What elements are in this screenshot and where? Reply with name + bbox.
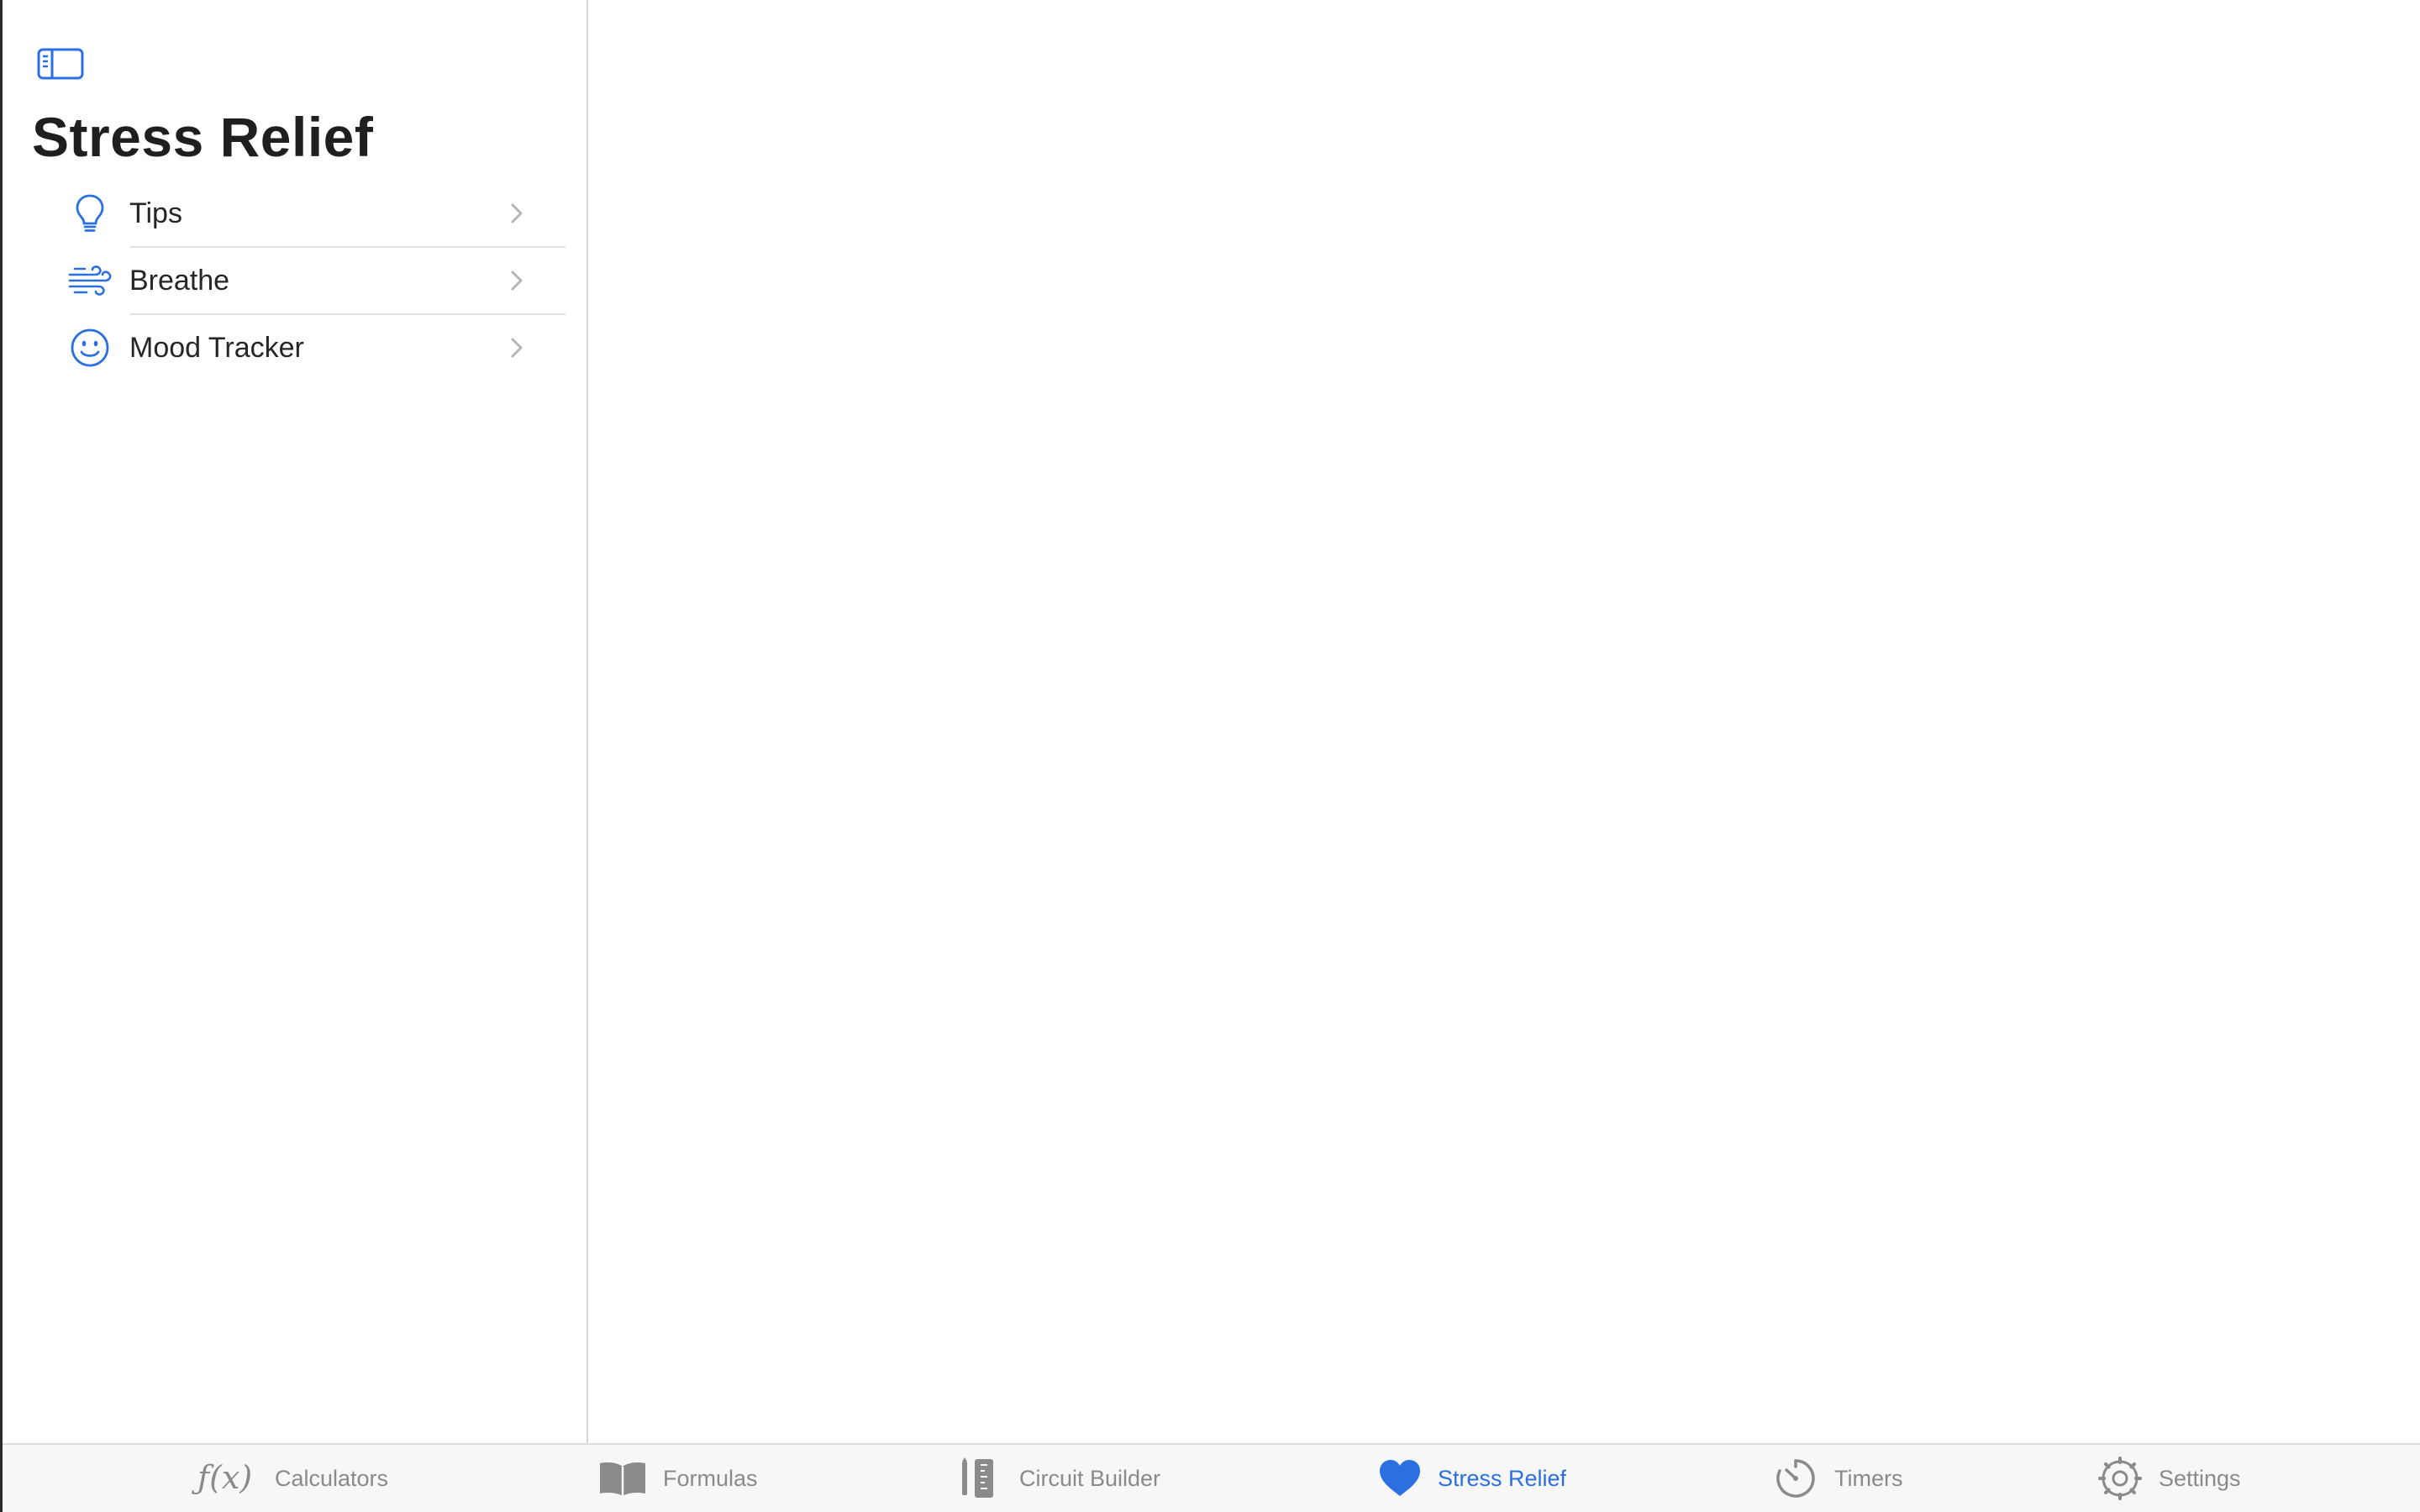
- sidebar-item-label: Tips: [129, 197, 182, 229]
- tab-bar: ƒ(x) Calculators Formulas Circuit Builde…: [3, 1443, 2420, 1512]
- sidebar-item-tips[interactable]: Tips: [3, 180, 587, 248]
- chevron-right-icon: [508, 336, 525, 360]
- tab-timers[interactable]: Timers: [1772, 1445, 1940, 1512]
- tab-formulas[interactable]: Formulas: [597, 1445, 782, 1512]
- gear-icon: [2096, 1457, 2144, 1500]
- sidebar-item-label: Mood Tracker: [129, 332, 304, 364]
- sidebar-nav-list: Tips Breathe Mood Tracker: [3, 180, 587, 381]
- detail-pane: [588, 0, 2420, 1443]
- sidebar: Stress Relief Tips Breathe Mood Tracker: [3, 0, 588, 1443]
- heart-icon: [1377, 1457, 1423, 1500]
- chevron-right-icon: [508, 202, 525, 225]
- sidebar-item-breathe[interactable]: Breathe: [3, 247, 587, 315]
- tab-stress-relief[interactable]: Stress Relief: [1377, 1445, 1596, 1512]
- wind-icon: [66, 260, 113, 301]
- app-window: Stress Relief Tips Breathe Mood Tracker …: [0, 0, 2420, 1512]
- chevron-right-icon: [508, 269, 525, 292]
- sidebar-left-icon[interactable]: [36, 47, 85, 81]
- book-icon: [597, 1457, 648, 1500]
- ruler-pencil-icon: [960, 1457, 1002, 1500]
- sidebar-item-mood-tracker[interactable]: Mood Tracker: [3, 314, 587, 381]
- tab-label: Timers: [1834, 1466, 1903, 1491]
- lightbulb-icon: [66, 193, 113, 234]
- tab-label: Formulas: [663, 1466, 758, 1491]
- tab-label: Stress Relief: [1438, 1466, 1567, 1491]
- smiley-face-icon: [66, 328, 113, 368]
- tab-label: Settings: [2159, 1466, 2241, 1491]
- sidebar-item-label: Breathe: [129, 265, 230, 297]
- tab-label: Circuit Builder: [1019, 1466, 1161, 1491]
- tab-circuit-builder[interactable]: Circuit Builder: [960, 1445, 1213, 1512]
- timer-icon: [1772, 1457, 1819, 1500]
- tab-settings[interactable]: Settings: [2096, 1445, 2281, 1512]
- page-title: Stress Relief: [32, 106, 374, 168]
- tab-calculators[interactable]: ƒ(x) Calculators: [194, 1445, 413, 1512]
- function-fx-icon: ƒ(x): [197, 1459, 253, 1496]
- tab-label: Calculators: [275, 1466, 389, 1491]
